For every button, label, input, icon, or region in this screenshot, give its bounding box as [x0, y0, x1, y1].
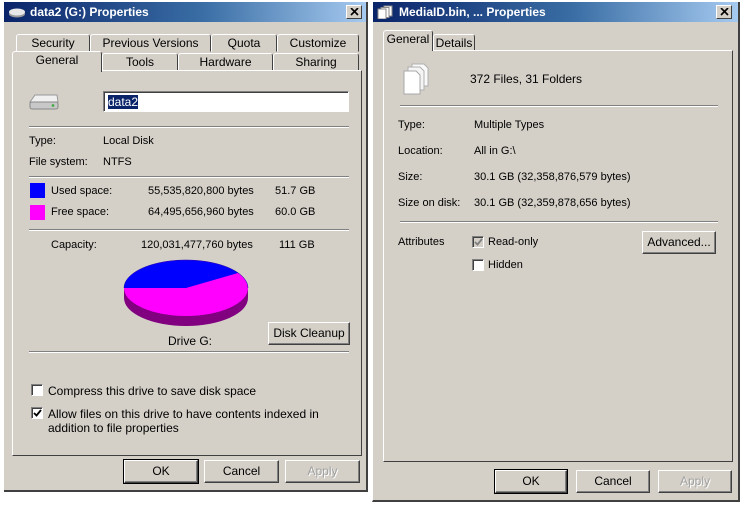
multiple-files-icon: [403, 63, 429, 95]
files-icon: [377, 5, 393, 19]
close-icon: [719, 8, 729, 16]
free-space-bytes: 64,495,656,960 bytes: [148, 206, 254, 218]
location-value: All in G:\: [474, 145, 516, 157]
hidden-label: Hidden: [488, 259, 523, 271]
tab-security[interactable]: Security: [16, 34, 90, 52]
capacity-label: Capacity:: [51, 239, 97, 251]
general-panel: 372 Files, 31 Folders Type: Multiple Typ…: [383, 50, 733, 462]
free-space-swatch: [30, 205, 45, 220]
tab-customize[interactable]: Customize: [277, 34, 359, 52]
drive-name-input[interactable]: data2: [103, 91, 349, 112]
drive-ok-button[interactable]: OK: [123, 459, 199, 484]
tab-quota[interactable]: Quota: [211, 34, 277, 52]
file-cancel-button[interactable]: Cancel: [576, 470, 650, 493]
disk-cleanup-button[interactable]: Disk Cleanup: [268, 322, 350, 345]
readonly-checkbox[interactable]: [472, 236, 484, 248]
file-ok-button[interactable]: OK: [494, 469, 568, 494]
used-space-size: 51.7 GB: [275, 185, 316, 197]
index-checkbox[interactable]: [31, 407, 43, 419]
used-space-bytes: 55,535,820,800 bytes: [148, 185, 254, 197]
file-apply-button[interactable]: Apply: [658, 470, 732, 493]
location-label: Location:: [398, 145, 443, 157]
disk-usage-pie-chart: [123, 259, 249, 326]
size-on-disk-value: 30.1 GB (32,359,878,656 bytes): [474, 197, 631, 209]
drive-cancel-button[interactable]: Cancel: [204, 460, 279, 483]
size-value: 30.1 GB (32,358,876,579 bytes): [474, 171, 631, 183]
file-titlebar: MediaID.bin, ... Properties: [373, 2, 738, 22]
separator: [29, 126, 349, 128]
type-value: Multiple Types: [474, 119, 545, 131]
tab-general[interactable]: General: [12, 51, 102, 72]
drive-close-button[interactable]: [346, 5, 362, 19]
compress-label: Compress this drive to save disk space: [48, 384, 257, 398]
size-on-disk-label: Size on disk:: [398, 197, 461, 209]
hidden-checkbox[interactable]: [472, 259, 484, 271]
free-space-size: 60.0 GB: [275, 206, 316, 218]
compress-checkbox[interactable]: [31, 384, 43, 396]
drive-dialog-title: data2 (G:) Properties: [30, 5, 149, 19]
separator: [29, 351, 349, 353]
general-panel: data2 Type: Local Disk File system: NTFS…: [12, 70, 362, 456]
drive-name-value: data2: [108, 95, 139, 109]
file-dialog-title: MediaID.bin, ... Properties: [399, 5, 546, 19]
attributes-label: Attributes: [398, 236, 445, 248]
tab-previous-versions[interactable]: Previous Versions: [90, 34, 211, 52]
separator: [400, 221, 718, 223]
tab-general[interactable]: General: [383, 30, 433, 51]
drive-apply-button[interactable]: Apply: [285, 460, 360, 483]
filesystem-value: NTFS: [103, 156, 132, 168]
drive-label: Drive G:: [168, 334, 213, 348]
type-label: Type:: [398, 119, 425, 131]
drive-properties-window: data2 (G:) Properties Security Previous …: [4, 2, 368, 492]
size-label: Size:: [398, 171, 423, 183]
checkmark-icon: [474, 238, 483, 246]
type-value: Local Disk: [103, 135, 154, 147]
tab-hardware[interactable]: Hardware: [178, 53, 273, 71]
hard-drive-icon: [29, 94, 59, 110]
capacity-bytes: 120,031,477,760 bytes: [141, 239, 253, 251]
type-label: Type:: [29, 135, 56, 147]
checkmark-icon: [33, 409, 42, 417]
readonly-label: Read-only: [488, 236, 539, 248]
tab-tools[interactable]: Tools: [102, 53, 178, 71]
used-space-swatch: [30, 183, 45, 198]
filesystem-label: File system:: [29, 156, 88, 168]
drive-titlebar: data2 (G:) Properties: [4, 2, 366, 22]
close-icon: [349, 8, 359, 16]
separator: [29, 176, 349, 178]
tab-sharing[interactable]: Sharing: [273, 53, 359, 71]
file-properties-window: MediaID.bin, ... Properties General Deta…: [372, 2, 740, 502]
used-space-label: Used space:: [51, 185, 113, 197]
separator: [29, 229, 349, 231]
files-summary: 372 Files, 31 Folders: [470, 72, 583, 86]
advanced-button[interactable]: Advanced...: [642, 231, 716, 254]
drive-icon: [9, 8, 25, 18]
separator: [400, 105, 718, 107]
capacity-size: 111 GB: [279, 239, 315, 251]
index-label: Allow files on this drive to have conten…: [48, 407, 319, 435]
file-close-button[interactable]: [716, 5, 732, 19]
free-space-label: Free space:: [51, 206, 110, 218]
